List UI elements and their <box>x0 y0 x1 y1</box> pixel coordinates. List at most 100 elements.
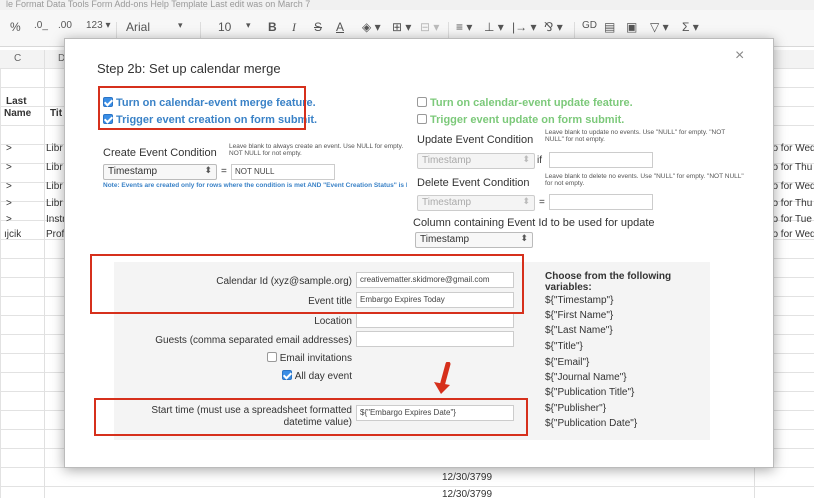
font-dropdown-chevron-icon[interactable]: ▾ <box>178 20 183 31</box>
checkbox-checked-icon[interactable] <box>281 370 292 380</box>
email-invitations-label: Email invitations <box>279 353 352 364</box>
variable-item: ${"First Name"} <box>545 310 614 321</box>
update-condition-column-select[interactable]: Timestamp ⬍ <box>417 153 535 169</box>
borders-icon[interactable]: ⊞ ▾ <box>392 20 411 34</box>
guests-input[interactable] <box>356 331 514 347</box>
table-cell[interactable]: > <box>6 181 12 192</box>
table-cell[interactable]: Instr <box>46 214 64 225</box>
checkbox-unchecked-icon[interactable] <box>266 352 277 362</box>
delete-condition-label: Delete Event Condition <box>417 177 530 189</box>
select-value: Timestamp <box>420 234 470 245</box>
highlight-box-feature <box>98 86 306 130</box>
create-condition-label: Create Event Condition <box>103 147 217 159</box>
table-cell[interactable]: Libr <box>46 198 64 209</box>
create-condition-note: Note: Events are created only for rows w… <box>103 182 407 189</box>
comment-icon[interactable]: ▤ <box>604 20 615 34</box>
update-feature-checkbox[interactable]: Turn on calendar-event update feature. <box>417 97 633 109</box>
decrease-decimal-button[interactable]: .0_ <box>34 20 48 31</box>
trigger-update-label: Trigger event update on form submit. <box>430 114 625 126</box>
updown-arrow-icon: ⬍ <box>522 154 530 164</box>
font-size-chevron-icon[interactable]: ▾ <box>246 20 251 31</box>
guests-label: Guests (comma separated email addresses) <box>155 335 352 346</box>
select-value: Timestamp <box>422 155 472 166</box>
link-icon[interactable]: GD <box>582 20 597 31</box>
updown-arrow-icon: ⬍ <box>522 196 530 206</box>
all-day-event-checkbox[interactable]: All day event <box>200 370 352 382</box>
table-cell[interactable]: 12/30/3799 <box>442 489 492 498</box>
delete-condition-column-select[interactable]: Timestamp ⬍ <box>417 195 535 211</box>
strikethrough-button[interactable]: S <box>314 20 322 34</box>
location-label: Location <box>314 316 352 327</box>
all-day-event-label: All day event <box>294 371 352 382</box>
highlight-box-start-time <box>94 398 528 436</box>
table-cell[interactable]: Libr <box>46 181 64 192</box>
updown-arrow-icon: ⬍ <box>204 165 212 175</box>
rotate-icon[interactable]: ⅋ ▾ <box>544 20 563 34</box>
delete-condition-operator: = <box>539 197 545 208</box>
table-cell[interactable]: > <box>6 162 12 173</box>
select-value: Timestamp <box>422 197 472 208</box>
variable-item: ${"Email"} <box>545 357 590 368</box>
variable-item: ${"Last Name"} <box>545 325 613 336</box>
functions-button[interactable]: Σ ▾ <box>682 20 699 34</box>
vertical-align-icon[interactable]: ⊥ ▾ <box>484 20 504 34</box>
event-id-column-select[interactable]: Timestamp ⬍ <box>415 232 533 248</box>
text-color-button[interactable]: A <box>336 20 344 34</box>
variables-title: Choose from the following variables: <box>545 271 672 293</box>
italic-button[interactable]: I <box>292 20 296 35</box>
variable-item: ${"Journal Name"} <box>545 372 627 383</box>
number-format-dropdown[interactable]: 123 ▾ <box>86 20 110 31</box>
table-cell[interactable]: Libr <box>46 143 64 154</box>
table-cell[interactable]: > <box>6 143 12 154</box>
update-condition-label: Update Event Condition <box>417 134 534 146</box>
update-condition-value-input[interactable] <box>549 152 653 168</box>
filter-icon[interactable]: ▽ ▾ <box>650 20 669 34</box>
table-cell[interactable]: 12/30/3799 <box>442 472 492 483</box>
merge-icon[interactable]: ⊟ ▾ <box>420 20 439 34</box>
chart-icon[interactable]: ▣ <box>626 20 637 34</box>
update-condition-operator: if <box>537 155 542 166</box>
close-icon[interactable]: × <box>735 47 744 65</box>
align-icon[interactable]: ≡ ▾ <box>456 20 472 34</box>
bold-button[interactable]: B <box>268 20 277 34</box>
event-id-column-label: Column containing Event Id to be used fo… <box>413 217 655 229</box>
delete-condition-hint: Leave blank to delete no events. Use "NU… <box>545 173 744 187</box>
checkbox-unchecked-icon[interactable] <box>417 114 427 124</box>
location-input[interactable] <box>356 312 514 328</box>
table-cell[interactable]: > <box>6 198 12 209</box>
update-feature-label: Turn on calendar-event update feature. <box>430 97 633 109</box>
variable-item: ${"Publication Title"} <box>545 387 635 398</box>
create-condition-value-input[interactable]: NOT NULL <box>231 164 335 180</box>
column-header-c[interactable]: C <box>14 53 21 64</box>
highlight-box-calendar <box>90 254 524 314</box>
variable-item: ${"Publication Date"} <box>545 418 638 429</box>
table-cell[interactable]: > <box>6 214 12 225</box>
menu-bar: le Format Data Tools Form Add-ons Help T… <box>0 0 814 10</box>
font-size-dropdown[interactable]: 10 <box>218 20 231 34</box>
font-dropdown[interactable]: Arial <box>126 20 150 34</box>
percent-button[interactable]: % <box>10 20 21 34</box>
create-condition-hint: Leave blank to always create an event. U… <box>229 143 404 157</box>
wrap-icon[interactable]: |→ ▾ <box>512 20 536 34</box>
variable-item: ${"Publisher"} <box>545 403 607 414</box>
increase-decimal-button[interactable]: .00 <box>58 20 72 31</box>
variable-item: ${"Title"} <box>545 341 583 352</box>
create-condition-column-select[interactable]: Timestamp ⬍ <box>103 164 217 180</box>
table-cell[interactable]: ıjcik <box>4 229 21 240</box>
updown-arrow-icon: ⬍ <box>520 233 528 243</box>
update-condition-hint: Leave blank to update no events. Use "NU… <box>545 129 726 143</box>
header-title: Tit <box>50 108 63 119</box>
variable-item: ${"Timestamp"} <box>545 295 614 306</box>
checkbox-unchecked-icon[interactable] <box>417 97 427 107</box>
trigger-update-checkbox[interactable]: Trigger event update on form submit. <box>417 114 624 126</box>
paint-bucket-icon[interactable]: ◈ ▾ <box>362 20 381 34</box>
red-arrow-icon <box>434 362 451 394</box>
table-cell[interactable]: Prof <box>46 229 64 240</box>
create-condition-operator: = <box>221 166 227 177</box>
delete-condition-value-input[interactable] <box>549 194 653 210</box>
email-invitations-checkbox[interactable]: Email invitations <box>200 352 352 364</box>
header-name: Name <box>4 108 32 119</box>
dialog-title: Step 2b: Set up calendar merge <box>97 61 281 76</box>
table-cell[interactable]: Libr <box>46 162 64 173</box>
select-value: Timestamp <box>108 166 158 177</box>
